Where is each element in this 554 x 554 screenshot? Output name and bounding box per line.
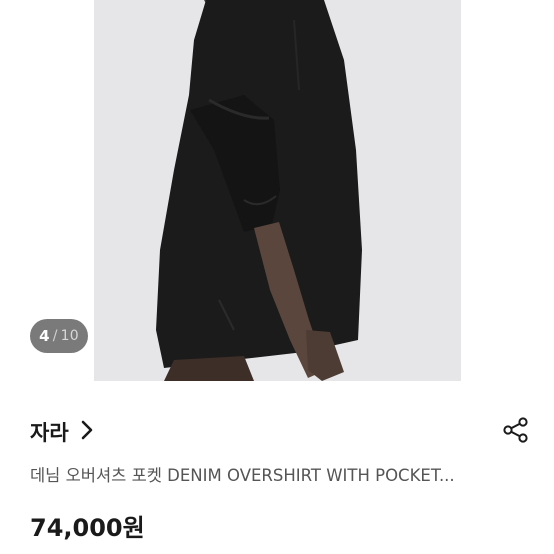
chevron-right-icon — [81, 420, 93, 444]
image-counter-current: 4 — [39, 327, 50, 345]
shop-name: 자라 — [30, 421, 69, 445]
shop-link[interactable]: 자라 — [30, 417, 93, 447]
image-counter-badge: 4 / 10 — [30, 319, 88, 353]
product-title: 데님 오버셔츠 포켓 DENIM OVERSHIRT WITH POCKET..… — [30, 466, 455, 485]
image-counter-total: 10 — [60, 328, 79, 344]
product-photo — [94, 0, 461, 381]
share-icon[interactable] — [502, 416, 530, 448]
product-price: 74,000원 — [30, 514, 145, 542]
shop-row: 자라 — [30, 412, 530, 452]
product-image-gallery[interactable]: 4 / 10 — [0, 0, 554, 381]
image-counter-separator: / — [52, 328, 58, 344]
